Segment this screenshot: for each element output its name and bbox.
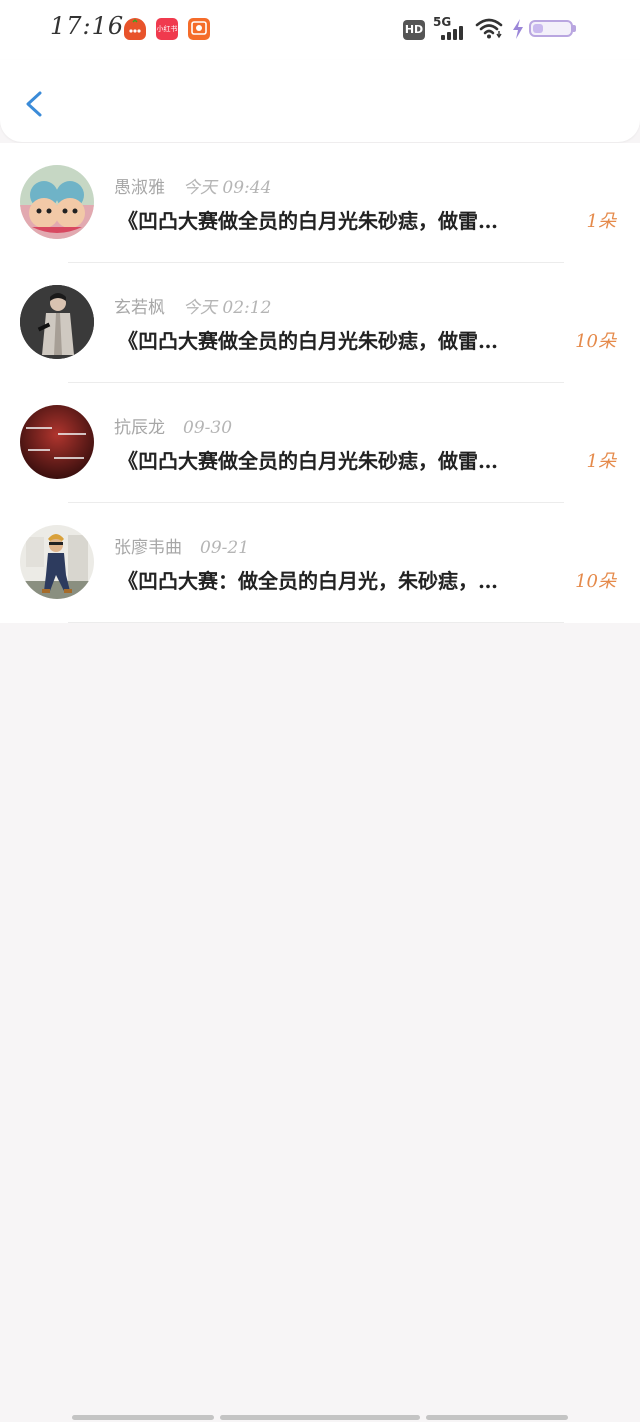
list-item[interactable]: 愚淑雅 今天 09:44 《凹凸大赛做全员的白月光朱砂痣，做雷… 1朵 [0,143,640,263]
gift-record-list: 愚淑雅 今天 09:44 《凹凸大赛做全员的白月光朱砂痣，做雷… 1朵 玄若枫 今天… [0,143,640,623]
taobao-icon [124,18,146,40]
gesture-bar-center[interactable] [220,1415,420,1420]
flower-count: 1朵 [586,211,616,232]
battery-icon [529,20,573,37]
sender-meta: 张廖韦曲 09-21 [114,533,249,558]
gesture-bar-right [426,1415,568,1420]
flower-count: 1朵 [586,451,616,472]
xiaohongshu-label: 小红书 [156,25,178,33]
avatar[interactable] [20,165,94,239]
story-title: 《凹凸大赛做全员的白月光朱砂痣，做雷… [118,329,498,353]
signal-icon [441,24,467,40]
list-item[interactable]: 玄若枫 今天 02:12 《凹凸大赛做全员的白月光朱砂痣，做雷… 10朵 [0,263,640,383]
sender-name: 愚淑雅 [114,178,165,198]
sent-date: 09-21 [200,538,250,558]
top-nav-bar [0,60,640,142]
chevron-left-icon [26,91,42,117]
story-title: 《凹凸大赛做全员的白月光朱砂痣，做雷… [118,209,498,233]
xiaohongshu-icon: 小红书 [156,18,178,40]
sender-meta: 抗辰龙 09-30 [114,413,232,438]
story-title: 《凹凸大赛：做全员的白月光，朱砂痣，… [118,569,498,593]
wifi-icon [475,18,503,39]
sender-meta: 玄若枫 今天 02:12 [114,293,271,318]
sent-date: 今天 02:12 [183,298,272,318]
back-button[interactable] [16,84,52,124]
sent-date: 09-30 [183,418,233,438]
pinduoduo-icon [188,18,210,40]
sender-name: 抗辰龙 [114,418,165,438]
list-item[interactable]: 张廖韦曲 09-21 《凹凸大赛：做全员的白月光，朱砂痣，… 10朵 [0,503,640,623]
battery-tip [573,25,576,32]
flower-count: 10朵 [575,331,616,352]
clock: 17:16 [50,12,125,40]
charging-icon [513,19,523,39]
status-bar: 17:16 小红书 HD 5G [0,0,640,60]
flower-count: 10朵 [575,571,616,592]
sender-meta: 愚淑雅 今天 09:44 [114,173,271,198]
list-item[interactable]: 抗辰龙 09-30 《凹凸大赛做全员的白月光朱砂痣，做雷… 1朵 [0,383,640,503]
hd-badge: HD [403,20,425,40]
avatar[interactable] [20,525,94,599]
divider [68,622,564,623]
gesture-bar-left [72,1415,214,1420]
sender-name: 玄若枫 [114,298,165,318]
story-title: 《凹凸大赛做全员的白月光朱砂痣，做雷… [118,449,498,473]
sent-date: 今天 09:44 [183,178,272,198]
avatar[interactable] [20,285,94,359]
avatar[interactable] [20,405,94,479]
sender-name: 张廖韦曲 [114,538,182,558]
